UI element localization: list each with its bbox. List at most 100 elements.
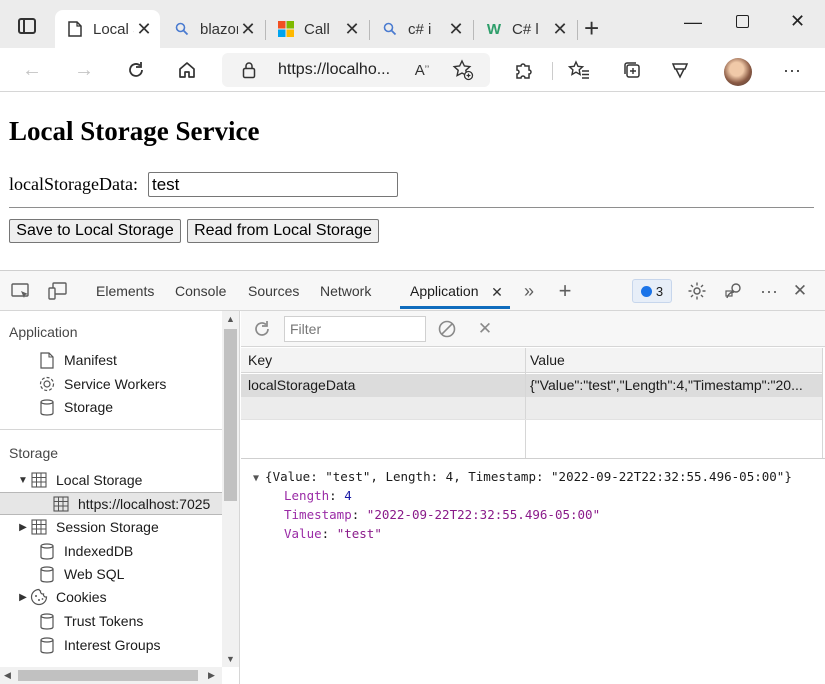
sidebar-item-label: Service Workers [64,376,167,392]
toolbar-divider [552,62,553,80]
sidebar-item-cookies[interactable]: ▶ Cookies [0,586,222,608]
browser-toolbar: ← → https://localho... A ʼʼ ··· [0,48,825,92]
sidebar-vertical-scrollbar[interactable]: ▲ ▼ [222,311,239,667]
horizontal-rule [9,207,814,208]
refresh-icon[interactable] [251,318,273,340]
preview-summary[interactable]: ▼ {Value: "test", Length: 4, Timestamp: … [253,469,792,484]
column-header-value[interactable]: Value [530,352,565,368]
favorites-icon[interactable] [567,58,591,82]
sidebar-item-storage[interactable]: Storage [0,396,222,418]
device-emulation-icon[interactable] [47,281,69,301]
inspect-element-icon[interactable] [10,281,32,301]
close-tab-icon[interactable]: ✕ [446,19,466,40]
scrollbar-thumb[interactable] [224,329,237,501]
refresh-icon[interactable] [124,58,148,82]
table-row-empty[interactable] [241,397,823,420]
extensions-icon[interactable] [511,58,535,82]
scroll-right-icon[interactable]: ▶ [208,670,215,681]
sidebar-divider [0,429,222,430]
sidebar-item-trust-tokens[interactable]: Trust Tokens [0,610,222,632]
collapsed-arrow-icon[interactable]: ▶ [16,592,30,603]
row-divider [241,419,823,420]
sidebar-item-service-workers[interactable]: Service Workers [0,373,222,395]
scroll-up-icon[interactable]: ▲ [226,314,235,324]
tab-title: C# l [512,20,539,38]
devtools-tab-elements[interactable]: Elements [96,283,154,299]
devtools-tab-sources[interactable]: Sources [248,283,299,299]
expanded-arrow-icon[interactable]: ▼ [253,473,265,484]
collections-icon[interactable] [620,58,644,82]
close-tab-icon[interactable]: ✕ [238,19,258,40]
home-icon[interactable] [175,58,199,82]
close-window-icon[interactable]: ✕ [790,11,805,32]
close-tab-icon[interactable]: ✕ [134,19,154,40]
scrollbar-thumb[interactable] [18,670,198,681]
save-to-local-storage-button[interactable]: Save to Local Storage [9,219,181,243]
sidebar-item-manifest[interactable]: Manifest [0,349,222,371]
delete-selected-icon[interactable]: ✕ [474,318,496,340]
scroll-down-icon[interactable]: ▼ [226,654,235,664]
tab-actions-icon[interactable] [18,18,36,34]
read-aloud-icon[interactable]: A ʼʼ [410,58,434,82]
close-tab-icon[interactable]: ✕ [342,19,362,40]
table-edge [822,348,823,458]
devtools-more-icon[interactable]: ··· [758,281,780,301]
sidebar-item-localhost-origin[interactable]: https://localhost:7025 [0,492,222,515]
issues-count: 3 [655,283,664,299]
back-icon[interactable]: ← [20,58,44,82]
add-tool-icon[interactable]: + [554,278,576,303]
tab-title: Local Storage Service [93,20,134,38]
tab-blazor[interactable]: blazor ✕ [162,10,264,48]
sidebar-item-label: Session Storage [56,519,159,535]
storage-main-pane: Filter ✕ Key Value localStorageData {"Va… [241,311,825,684]
more-menu-icon[interactable]: ··· [780,58,804,82]
settings-gear-icon[interactable] [686,281,708,301]
lock-icon[interactable] [242,61,256,82]
sidebar-item-indexeddb[interactable]: IndexedDB [0,540,222,562]
devtools-tab-network[interactable]: Network [320,283,371,299]
forward-icon[interactable]: → [72,58,96,82]
filter-input[interactable]: Filter [284,316,426,342]
preview-property: Length: 4 [284,488,352,503]
sidebar-item-web-sql[interactable]: Web SQL [0,563,222,585]
minimize-icon[interactable]: — [684,12,702,33]
tab-call[interactable]: Call ✕ [266,10,368,48]
column-separator[interactable] [525,348,526,458]
tab-csharp-w[interactable]: W C# l ✕ [474,10,576,48]
sidebar-item-session-storage[interactable]: ▶ Session Storage [0,516,222,538]
feedback-icon[interactable] [723,281,745,301]
read-from-local-storage-button[interactable]: Read from Local Storage [187,219,379,243]
maximize-icon[interactable] [736,15,749,28]
collapsed-arrow-icon[interactable]: ▶ [16,522,30,533]
devtools-tab-console[interactable]: Console [175,283,226,299]
add-favorite-icon[interactable] [451,58,475,82]
expanded-arrow-icon[interactable]: ▼ [16,475,30,486]
issues-badge[interactable]: 3 [632,279,672,303]
database-icon [38,542,56,560]
devtools-panel: Elements Console Sources Network Applica… [0,270,825,684]
address-bar[interactable]: https://localho... [222,53,490,87]
sidebar-item-label: Local Storage [56,472,143,488]
column-header-key[interactable]: Key [248,352,272,368]
tab-local-storage[interactable]: Local Storage Service ✕ [55,10,160,48]
close-tab-icon[interactable]: ✕ [486,282,508,302]
sidebar-horizontal-scrollbar[interactable]: ◀ ▶ [0,667,222,684]
browser-essentials-icon[interactable] [668,58,692,82]
preview-property: Timestamp: "2022-09-22T22:32:55.496-05:0… [284,507,601,522]
profile-avatar[interactable] [724,58,752,86]
sidebar-item-interest-groups[interactable]: Interest Groups [0,634,222,656]
table-row[interactable]: localStorageData {"Value":"test","Length… [241,374,823,397]
close-devtools-icon[interactable]: ✕ [789,281,811,301]
more-tabs-icon[interactable]: » [518,281,540,301]
new-tab-icon[interactable]: + [584,15,599,41]
database-icon [38,612,56,630]
sidebar-item-local-storage[interactable]: ▼ Local Storage [0,469,222,491]
clear-all-icon[interactable] [436,318,458,340]
close-tab-icon[interactable]: ✕ [550,19,570,40]
local-storage-label: localStorageData: [9,174,138,194]
table-header: Key Value [241,348,823,373]
local-storage-input[interactable]: test [148,172,398,197]
devtools-tab-application[interactable]: Application [410,283,479,299]
tab-csharp-search[interactable]: c# i ✕ [370,10,472,48]
scroll-left-icon[interactable]: ◀ [4,670,11,681]
